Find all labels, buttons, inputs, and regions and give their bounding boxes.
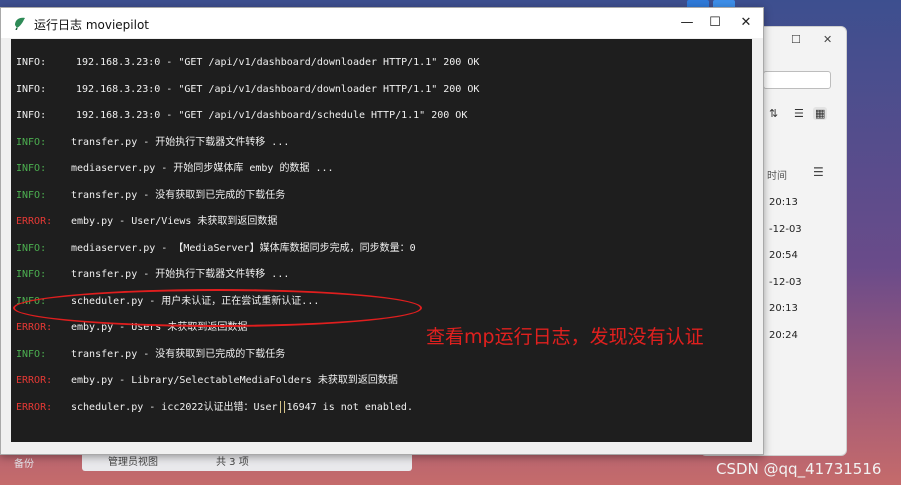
- log-level: INFO:: [16, 349, 47, 360]
- log-line: ERROR: emby.py - Library/SelectableMediaF…: [16, 373, 398, 389]
- log-level: INFO:: [16, 57, 47, 68]
- log-window[interactable]: 运行日志 moviepilot — ☐ ✕ INFO: 192.168.3.23:…: [0, 7, 764, 455]
- list-item-time: 20:13: [769, 303, 798, 314]
- log-message: transfer.py - 开始执行下载器文件转移 ...: [71, 269, 290, 280]
- log-level: INFO:: [16, 137, 47, 148]
- background-maximize-icon[interactable]: ☐: [791, 33, 801, 46]
- log-message: emby.py - User/Views 未获取到返回数据: [71, 216, 278, 227]
- list-item-time: -12-03: [769, 277, 802, 288]
- log-level: INFO:: [16, 243, 47, 254]
- log-line: INFO: transfer.py - 没有获取到已完成的下载任务: [16, 347, 285, 363]
- log-line: INFO: transfer.py - 没有获取到已完成的下载任务: [16, 188, 285, 204]
- log-message: mediaserver.py - 开始同步媒体库 emby 的数据 ...: [71, 163, 334, 174]
- log-level: ERROR:: [16, 322, 53, 333]
- log-message: transfer.py - 没有获取到已完成的下载任务: [71, 190, 286, 201]
- list-item-time: -12-03: [769, 224, 802, 235]
- log-line: INFO: 192.168.3.23:0 - "GET /api/v1/dashb…: [16, 82, 479, 98]
- log-level: ERROR:: [16, 216, 53, 227]
- log-line: INFO: 192.168.3.23:0 - "GET /api/v1/dashb…: [16, 108, 467, 124]
- maximize-button[interactable]: ☐: [702, 13, 728, 33]
- grid-view-icon[interactable]: ▦: [813, 107, 828, 120]
- window-title: 运行日志 moviepilot: [34, 18, 149, 32]
- annotation-text: 查看mp运行日志，发现没有认证: [426, 326, 704, 348]
- panel-label: 管理员视图: [108, 457, 158, 468]
- log-message: emby.py - Library/SelectableMediaFolders…: [71, 375, 398, 386]
- log-level: INFO:: [16, 163, 47, 174]
- panel-count: 共 3 项: [216, 457, 249, 468]
- sort-icon[interactable]: ⇅: [769, 107, 778, 120]
- log-message: transfer.py - 没有获取到已完成的下载任务: [71, 349, 286, 360]
- log-level: INFO:: [16, 190, 47, 201]
- log-message: 192.168.3.23:0 - "GET /api/v1/dashboard/…: [76, 57, 480, 68]
- log-level: INFO:: [16, 269, 47, 280]
- log-message: 16947 is not enabled.: [286, 402, 413, 413]
- log-line: ERROR: scheduler.py - icc2022认证出错：User 169…: [16, 400, 413, 416]
- log-message: transfer.py - 开始执行下载器文件转移 ...: [71, 137, 290, 148]
- minimize-button[interactable]: —: [674, 13, 700, 33]
- log-level: INFO:: [16, 84, 47, 95]
- log-level: ERROR:: [16, 402, 53, 413]
- list-item-time: 20:24: [769, 330, 798, 341]
- log-line: INFO: mediaserver.py - 开始同步媒体库 emby 的数据 .…: [16, 161, 334, 177]
- filter-icon[interactable]: ☰: [813, 165, 824, 179]
- log-line: INFO: 192.168.3.23:0 - "GET /api/v1/dashb…: [16, 55, 479, 71]
- close-button[interactable]: ✕: [733, 13, 759, 33]
- log-message: 192.168.3.23:0 - "GET /api/v1/dashboard/…: [76, 84, 480, 95]
- taskbar-label[interactable]: 备份: [14, 455, 34, 470]
- log-message: 192.168.3.23:0 - "GET /api/v1/dashboard/…: [76, 110, 468, 121]
- list-view-icon[interactable]: ☰: [794, 107, 804, 120]
- log-message: scheduler.py - icc2022认证出错：User: [71, 402, 278, 413]
- watermark: CSDN @qq_41731516: [716, 460, 882, 478]
- log-line: INFO: mediaserver.py - 【MediaServer】媒体库数据…: [16, 241, 416, 257]
- highlight-ellipse: [13, 289, 422, 327]
- text-cursor-icon: [279, 401, 285, 413]
- log-line: ERROR: emby.py - User/Views 未获取到返回数据: [16, 214, 277, 230]
- background-close-icon[interactable]: ✕: [823, 33, 832, 46]
- log-console[interactable]: INFO: 192.168.3.23:0 - "GET /api/v1/dashb…: [11, 39, 752, 442]
- log-line: INFO: transfer.py - 开始执行下载器文件转移 ...: [16, 135, 289, 151]
- list-item-time: 20:13: [769, 197, 798, 208]
- title-bar[interactable]: 运行日志 moviepilot — ☐ ✕: [1, 8, 763, 38]
- log-message: mediaserver.py - 【MediaServer】媒体库数据同步完成，…: [71, 243, 416, 254]
- log-level: INFO:: [16, 110, 47, 121]
- log-line: INFO: transfer.py - 开始执行下载器文件转移 ...: [16, 267, 289, 283]
- app-icon: [15, 17, 25, 30]
- background-search-input[interactable]: [763, 71, 831, 89]
- list-item-time: 20:54: [769, 250, 798, 261]
- log-level: ERROR:: [16, 375, 53, 386]
- column-header-time[interactable]: 时间: [767, 167, 787, 182]
